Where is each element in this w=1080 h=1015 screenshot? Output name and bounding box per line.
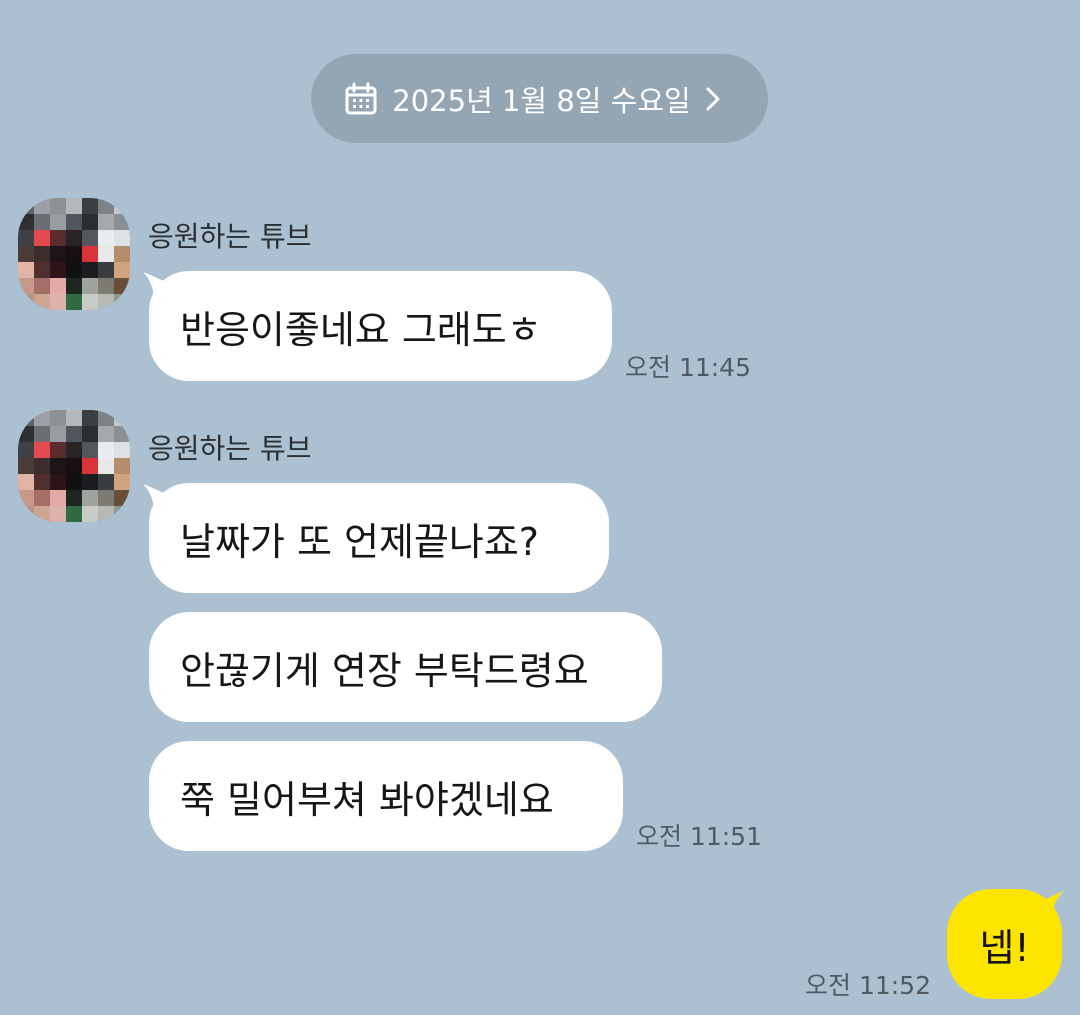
message-text: 쭉 밀어부쳐 봐야겠네요 [180, 777, 554, 822]
message-bubble[interactable]: 반응이좋네요 그래도ㅎ [149, 271, 612, 381]
sender-name[interactable]: 응원하는 튜브 [148, 427, 311, 467]
sender-name[interactable]: 응원하는 튜브 [148, 215, 311, 255]
my-message-timestamp: 오전 11:52 [805, 971, 931, 1000]
chevron-right-icon [706, 87, 720, 110]
message-text: 안끊기게 연장 부탁드령요 [180, 648, 589, 693]
sender-avatar[interactable] [18, 410, 130, 522]
my-message-text: 넵! [979, 925, 1030, 970]
message-timestamp: 오전 11:51 [636, 822, 762, 851]
message-bubble[interactable]: 쭉 밀어부쳐 봐야겠네요 [149, 741, 623, 851]
message-bubble[interactable]: 날짜가 또 언제끝나죠? [149, 483, 609, 593]
my-message-bubble[interactable]: 넵! [947, 889, 1062, 999]
message-bubble[interactable]: 안끊기게 연장 부탁드령요 [149, 612, 662, 722]
date-divider-pill[interactable]: 2025년 1월 8일 수요일 [311, 54, 768, 143]
sender-avatar[interactable] [18, 198, 130, 310]
message-text: 날짜가 또 언제끝나죠? [180, 519, 539, 564]
message-timestamp: 오전 11:45 [625, 353, 751, 382]
calendar-icon [345, 82, 377, 114]
message-text: 반응이좋네요 그래도ㅎ [180, 307, 542, 352]
date-divider-text: 2025년 1월 8일 수요일 [392, 83, 691, 118]
